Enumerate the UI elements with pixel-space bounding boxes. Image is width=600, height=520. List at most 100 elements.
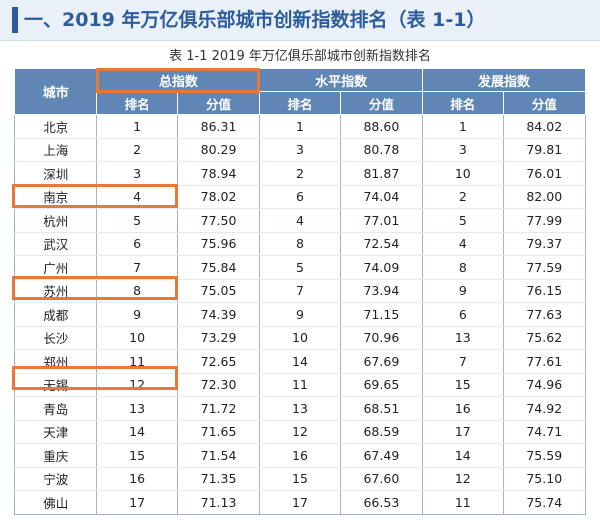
cell-level-rank: 10 xyxy=(259,326,341,350)
table-row: 重庆 15 71.54 16 67.49 14 75.59 xyxy=(13,443,587,468)
cell-city: 南京 xyxy=(13,185,98,209)
cell-city: 广州 xyxy=(13,255,98,280)
header-city: 城市 xyxy=(13,68,98,115)
cell-dev-score: 74.96 xyxy=(502,373,587,397)
table-row: 无锡 12 72.30 11 69.65 15 74.96 xyxy=(13,373,587,397)
table-row: 南京 4 78.02 6 74.04 2 82.00 xyxy=(13,185,587,209)
table-row: 杭州 5 77.50 4 77.01 5 77.99 xyxy=(13,208,587,233)
cell-level-score: 69.65 xyxy=(339,373,424,397)
cell-level-score: 67.69 xyxy=(339,349,424,374)
cell-total-score: 71.13 xyxy=(176,490,261,515)
cell-dev-rank: 7 xyxy=(422,349,504,374)
cell-dev-score: 75.74 xyxy=(502,490,587,515)
cell-dev-score: 79.37 xyxy=(502,232,587,256)
cell-dev-score: 76.01 xyxy=(502,161,587,186)
cell-city: 武汉 xyxy=(13,232,98,256)
cell-total-score: 72.30 xyxy=(176,373,261,397)
cell-dev-rank: 16 xyxy=(422,396,504,421)
table-row: 广州 7 75.84 5 74.09 8 77.59 xyxy=(13,255,587,280)
cell-dev-rank: 2 xyxy=(422,185,504,209)
table-row: 佛山 17 71.13 17 66.53 11 75.74 xyxy=(13,490,587,515)
cell-dev-score: 76.15 xyxy=(502,279,587,303)
cell-total-score: 75.96 xyxy=(176,232,261,256)
cell-dev-rank: 4 xyxy=(422,232,504,256)
header-total-score: 分值 xyxy=(176,91,261,115)
header-level-index: 水平指数 xyxy=(259,68,424,92)
cell-level-rank: 15 xyxy=(259,467,341,491)
cell-total-rank: 1 xyxy=(96,114,178,139)
cell-level-rank: 16 xyxy=(259,443,341,468)
cell-level-score: 71.15 xyxy=(339,302,424,327)
cell-dev-score: 77.99 xyxy=(502,208,587,233)
cell-total-score: 71.54 xyxy=(176,443,261,468)
cell-dev-score: 77.61 xyxy=(502,349,587,374)
cell-dev-score: 75.10 xyxy=(502,467,587,491)
cell-dev-score: 75.59 xyxy=(502,443,587,468)
cell-total-score: 71.35 xyxy=(176,467,261,491)
cell-level-score: 74.09 xyxy=(339,255,424,280)
cell-dev-score: 75.62 xyxy=(502,326,587,350)
cell-total-score: 73.29 xyxy=(176,326,261,350)
cell-total-score: 75.84 xyxy=(176,255,261,280)
header-level-rank: 排名 xyxy=(259,91,341,115)
cell-total-rank: 7 xyxy=(96,255,178,280)
cell-dev-score: 77.63 xyxy=(502,302,587,327)
cell-level-score: 88.60 xyxy=(339,114,424,139)
cell-total-rank: 6 xyxy=(96,232,178,256)
cell-level-rank: 17 xyxy=(259,490,341,515)
header-total-index: 总指数 xyxy=(96,68,261,92)
heading-accent-bar xyxy=(12,7,18,33)
cell-level-rank: 5 xyxy=(259,255,341,280)
cell-total-rank: 15 xyxy=(96,443,178,468)
cell-total-rank: 17 xyxy=(96,490,178,515)
cell-total-rank: 5 xyxy=(96,208,178,233)
cell-level-score: 74.04 xyxy=(339,185,424,209)
cell-level-score: 77.01 xyxy=(339,208,424,233)
cell-dev-rank: 8 xyxy=(422,255,504,280)
cell-total-rank: 10 xyxy=(96,326,178,350)
cell-total-score: 74.39 xyxy=(176,302,261,327)
cell-total-score: 80.29 xyxy=(176,138,261,162)
table-row: 上海 2 80.29 3 80.78 3 79.81 xyxy=(13,138,587,162)
cell-dev-score: 77.59 xyxy=(502,255,587,280)
cell-dev-rank: 3 xyxy=(422,138,504,162)
cell-level-rank: 11 xyxy=(259,373,341,397)
cell-level-rank: 1 xyxy=(259,114,341,139)
cell-total-rank: 11 xyxy=(96,349,178,374)
table-row: 天津 14 71.65 12 68.59 17 74.71 xyxy=(13,420,587,444)
table-row: 苏州 8 75.05 7 73.94 9 76.15 xyxy=(13,279,587,303)
cell-level-rank: 14 xyxy=(259,349,341,374)
cell-level-score: 73.94 xyxy=(339,279,424,303)
cell-city: 青岛 xyxy=(13,396,98,421)
cell-level-score: 80.78 xyxy=(339,138,424,162)
header-row-subcolumns: 排名 分值 排名 分值 排名 分值 xyxy=(15,91,587,115)
table-row: 深圳 3 78.94 2 81.87 10 76.01 xyxy=(13,161,587,186)
section-heading-bar: 一、2019 年万亿俱乐部城市创新指数排名（表 1-1） xyxy=(0,0,600,41)
cell-total-rank: 12 xyxy=(96,373,178,397)
cell-dev-rank: 6 xyxy=(422,302,504,327)
cell-dev-rank: 9 xyxy=(422,279,504,303)
cell-level-score: 68.59 xyxy=(339,420,424,444)
cell-level-rank: 12 xyxy=(259,420,341,444)
header-dev-score: 分值 xyxy=(502,91,587,115)
cell-city: 上海 xyxy=(13,138,98,162)
header-dev-rank: 排名 xyxy=(422,91,504,115)
cell-total-score: 78.02 xyxy=(176,185,261,209)
cell-level-rank: 13 xyxy=(259,396,341,421)
cell-dev-rank: 17 xyxy=(422,420,504,444)
cell-city: 深圳 xyxy=(13,161,98,186)
cell-dev-rank: 1 xyxy=(422,114,504,139)
cell-total-rank: 8 xyxy=(96,279,178,303)
cell-city: 天津 xyxy=(13,420,98,444)
cell-city: 苏州 xyxy=(13,279,98,303)
cell-city: 长沙 xyxy=(13,326,98,350)
cell-dev-score: 84.02 xyxy=(502,114,587,139)
cell-level-rank: 2 xyxy=(259,161,341,186)
table-row: 长沙 10 73.29 10 70.96 13 75.62 xyxy=(13,326,587,350)
cell-dev-score: 74.92 xyxy=(502,396,587,421)
cell-city: 北京 xyxy=(13,114,98,139)
cell-total-score: 71.72 xyxy=(176,396,261,421)
cell-total-rank: 4 xyxy=(96,185,178,209)
table-row: 郑州 11 72.65 14 67.69 7 77.61 xyxy=(13,349,587,374)
cell-dev-rank: 15 xyxy=(422,373,504,397)
